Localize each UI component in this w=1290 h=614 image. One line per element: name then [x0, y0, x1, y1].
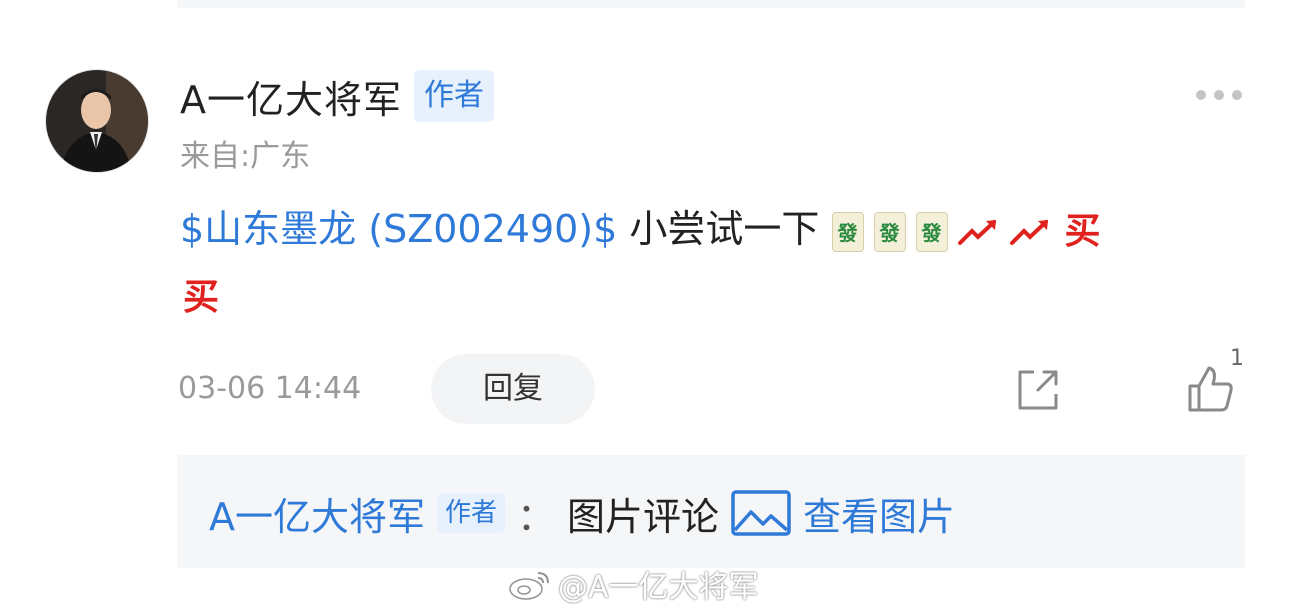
reply-username[interactable]: A一亿大将军: [209, 486, 425, 541]
comment-text: 小尝试一下: [617, 207, 820, 251]
reply-colon: ：: [517, 494, 556, 539]
reply-button[interactable]: 回复: [431, 354, 595, 424]
author-badge: 作者: [414, 70, 494, 122]
trend-up-emoji-icon: [1009, 219, 1048, 245]
mahjong-fa-emoji-icon: 發: [831, 211, 864, 252]
timestamp: 03-06 14:44: [178, 371, 362, 406]
reply-preview-line: A一亿大将军 作者 ： 图片评论 查看图片: [209, 485, 955, 541]
watermark-text: @A一亿大将军: [558, 570, 759, 605]
reply-preview[interactable]: A一亿大将军 作者 ： 图片评论 查看图片: [177, 455, 1245, 568]
avatar[interactable]: [45, 69, 149, 173]
view-image-link[interactable]: 查看图片: [803, 486, 955, 541]
mahjong-fa-emoji-icon: 發: [873, 211, 906, 252]
buy-emoji-icon: 买: [182, 276, 219, 318]
like-icon[interactable]: [1186, 364, 1236, 414]
trend-up-emoji-icon: [957, 219, 996, 245]
reply-author-badge: 作者: [437, 493, 506, 533]
avatar-image: [46, 70, 148, 172]
comment-header: A一亿大将军 作者: [180, 70, 494, 122]
mahjong-fa-emoji-icon: 發: [915, 211, 948, 252]
comment-content: $山东墨龙 (SZ002490)$ 小尝试一下 發發發买买: [180, 196, 1220, 328]
buy-emoji-icon: 买: [1064, 210, 1101, 252]
previous-item-strip: [177, 0, 1245, 8]
reply-text: 图片评论: [567, 494, 720, 539]
like-count: 1: [1230, 346, 1244, 371]
comment-actions: 03-06 14:44 回复 1: [178, 346, 1248, 424]
weibo-watermark: @A一亿大将军: [508, 564, 759, 605]
more-icon[interactable]: [1196, 86, 1244, 104]
location-label: 来自:广东: [180, 139, 311, 174]
stock-link[interactable]: $山东墨龙 (SZ002490)$: [180, 207, 617, 251]
weibo-logo-icon: [509, 572, 549, 600]
image-icon: [731, 490, 791, 536]
share-icon[interactable]: [1016, 368, 1060, 412]
username[interactable]: A一亿大将军: [180, 69, 402, 124]
